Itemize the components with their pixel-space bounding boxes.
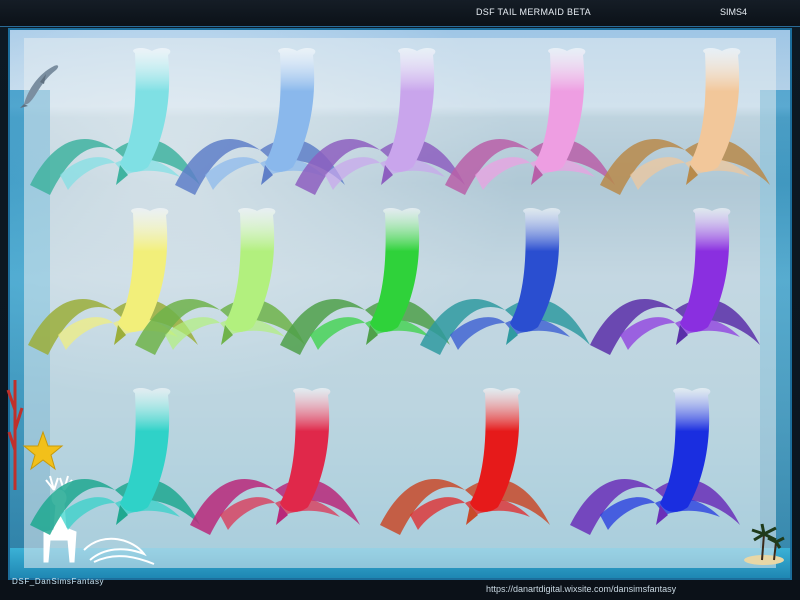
game-label: SIMS4 — [720, 7, 748, 17]
credit-text: DSF_DanSimsFantasy — [12, 577, 105, 586]
tail-violet — [580, 205, 770, 365]
tail-blue — [560, 385, 750, 545]
tail-red — [370, 385, 560, 545]
url-text: https://danartdigital.wixsite.com/dansim… — [486, 584, 677, 594]
tail-crimson — [180, 385, 370, 545]
title-text: DSF TAIL MERMAID BETA — [476, 7, 591, 17]
tail-royal-blue — [410, 205, 600, 365]
footer-bar — [0, 580, 800, 600]
title-bar: DSF TAIL MERMAID BETA SIMS4 — [0, 0, 800, 27]
tail-peach — [590, 45, 780, 205]
